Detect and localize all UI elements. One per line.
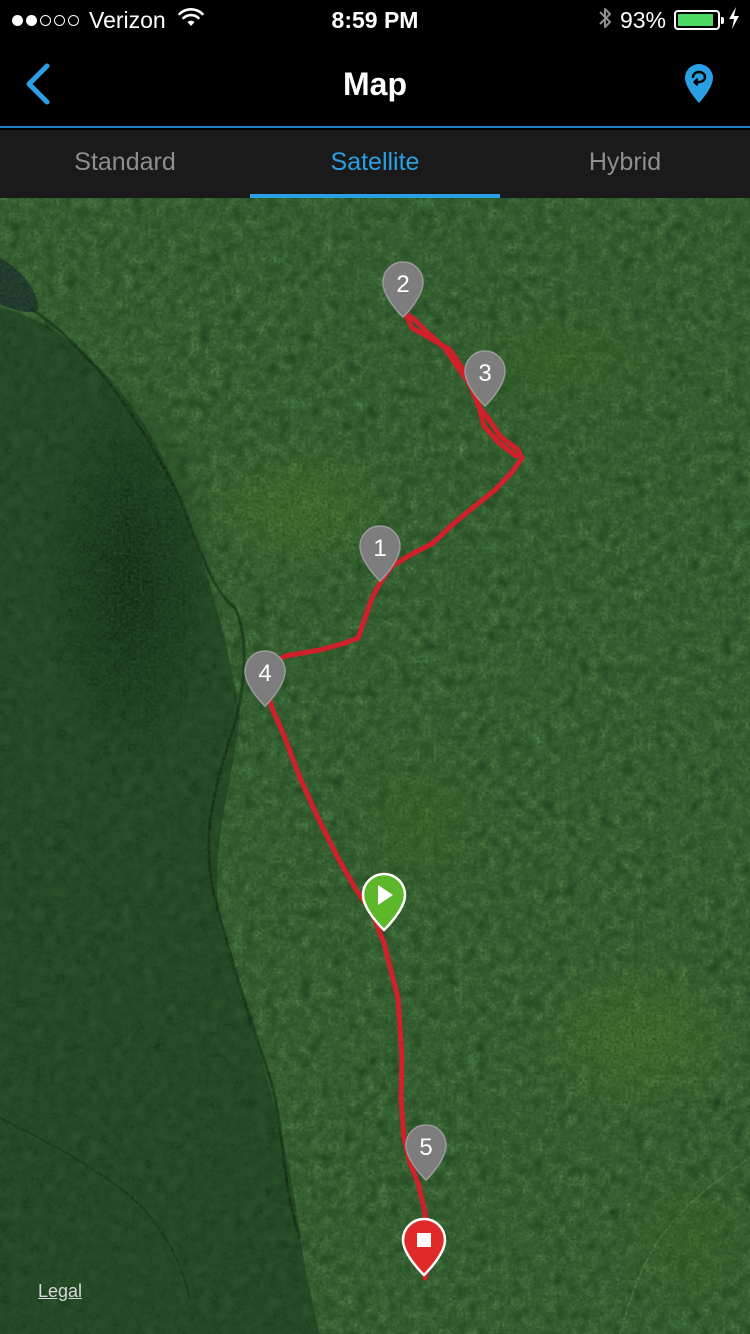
map-type-tabs: Standard Satellite Hybrid	[0, 130, 750, 198]
battery-icon	[674, 10, 724, 30]
lap-marker-label: 1	[373, 535, 386, 562]
battery-fill	[678, 14, 714, 26]
lap-marker-3[interactable]: 3	[463, 349, 507, 407]
map-pin-route-icon	[685, 64, 713, 103]
tab-standard[interactable]: Standard	[0, 130, 250, 198]
bluetooth-icon	[598, 6, 612, 35]
legal-link[interactable]: Legal	[38, 1281, 82, 1302]
tab-hybrid[interactable]: Hybrid	[500, 130, 750, 198]
lap-marker-label: 2	[396, 271, 409, 298]
stop-icon	[417, 1233, 431, 1247]
route-pin-button[interactable]	[674, 58, 724, 108]
lap-marker-label: 4	[258, 660, 271, 687]
map-view[interactable]: 2 3 1 4 5 Legal	[0, 198, 750, 1334]
lap-marker-1[interactable]: 1	[358, 524, 402, 582]
lap-marker-2[interactable]: 2	[381, 260, 425, 318]
lap-marker-label: 5	[419, 1134, 432, 1161]
lap-marker-5[interactable]: 5	[404, 1123, 448, 1181]
navigation-bar: Map	[0, 40, 750, 128]
lap-marker-4[interactable]: 4	[243, 649, 287, 707]
tab-satellite[interactable]: Satellite	[250, 130, 500, 198]
page-title: Map	[343, 66, 407, 102]
route-overlay	[263, 310, 525, 1281]
status-right: 93%	[598, 6, 740, 34]
battery-percent: 93%	[619, 6, 666, 33]
lap-marker-label: 3	[478, 360, 491, 387]
finish-marker[interactable]	[401, 1217, 447, 1277]
start-marker[interactable]	[361, 872, 407, 932]
charging-bolt-icon	[728, 6, 740, 34]
status-bar: Verizon 8:59 PM 93%	[0, 0, 750, 40]
route-track	[263, 310, 525, 1281]
